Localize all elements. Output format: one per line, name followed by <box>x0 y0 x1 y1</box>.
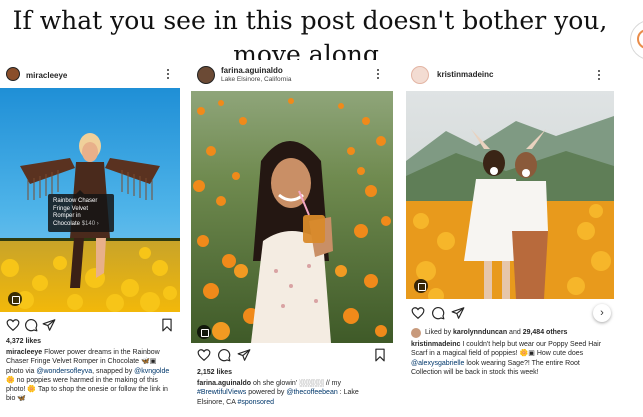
next-arrow-button[interactable]: › <box>593 304 611 322</box>
product-tag[interactable]: Rainbow Chaser Fringe Velvet Romper in C… <box>48 190 114 232</box>
post-caption: kristinmadeinc I couldn't help but wear … <box>411 340 611 377</box>
liked-by-prefix: Liked by <box>425 329 454 336</box>
caption-mention[interactable]: @thecoffeebean <box>286 389 337 396</box>
caption-hashtag[interactable]: #BrewtifulViews <box>197 389 246 396</box>
post-actions <box>6 318 174 334</box>
post-photo[interactable]: Rainbow Chaser Fringe Velvet Romper in C… <box>0 88 180 312</box>
like-count: 2,152 likes <box>197 369 233 376</box>
shopping-bag-icon[interactable] <box>197 325 211 339</box>
headline-line-1: If what you see in this post doesn't bot… <box>12 6 608 35</box>
post-caption: farina.aguinaldo oh she glowin' ░░░░░ //… <box>197 379 387 407</box>
caption-text: oh she glowin' ░░░░░ // my <box>253 380 342 387</box>
caption-text: 🌼 no poppies were harmed in the making o… <box>6 376 168 403</box>
caption-mention[interactable]: @wondersofleyva <box>36 368 92 375</box>
bookmark-icon[interactable] <box>373 348 387 362</box>
post-username[interactable]: farina.aguinaldo <box>221 66 283 75</box>
post-photo[interactable] <box>191 91 393 343</box>
post-header: kristinmadeinc <box>405 60 615 90</box>
comment-icon[interactable] <box>217 348 231 362</box>
more-options-icon[interactable] <box>597 70 601 82</box>
post-username[interactable]: kristinmadeinc <box>437 70 493 79</box>
post-card-2: farina.aguinaldo Lake Elsinore, Californ… <box>191 60 393 417</box>
photo-two-women-heart-hands <box>406 91 614 299</box>
post-actions <box>411 306 581 322</box>
caption-username[interactable]: farina.aguinaldo <box>197 380 251 387</box>
post-header: farina.aguinaldo Lake Elsinore, Californ… <box>191 60 393 90</box>
product-tag-price: $140 › <box>81 220 99 227</box>
liked-by-others[interactable]: 29,484 others <box>523 329 568 336</box>
share-icon[interactable] <box>451 306 465 320</box>
more-options-icon[interactable] <box>376 69 380 81</box>
post-card-1: miracleeye Rainbow Chaser Fringe Velvet … <box>0 60 180 417</box>
shopping-bag-icon[interactable] <box>414 279 428 293</box>
heart-icon[interactable] <box>197 348 211 362</box>
post-card-3: kristinmadeinc › Liked by karolynnduncan… <box>405 60 615 417</box>
heart-icon[interactable] <box>6 318 20 332</box>
comment-icon[interactable] <box>24 318 38 332</box>
caption-username[interactable]: kristinmadeinc <box>411 341 460 348</box>
photo-poppy-field-woman <box>191 91 393 343</box>
liked-by-middle: and <box>507 329 523 336</box>
post-location[interactable]: Lake Elsinore, California <box>221 76 291 83</box>
post-caption: miracleeye Flower power dreams in the Ra… <box>6 348 174 404</box>
caption-username[interactable]: miracleeye <box>6 349 42 356</box>
comment-icon[interactable] <box>431 306 445 320</box>
more-options-icon[interactable] <box>166 69 170 81</box>
avatar[interactable] <box>411 66 429 84</box>
avatar[interactable] <box>197 66 215 84</box>
post-actions <box>197 348 387 364</box>
share-icon[interactable] <box>237 348 251 362</box>
liked-by: Liked by karolynnduncan and 29,484 other… <box>425 329 567 336</box>
edge-avatar-cropped <box>630 20 643 60</box>
like-count: 4,372 likes <box>6 338 42 345</box>
caption-mention[interactable]: @kvngolde <box>134 368 169 375</box>
caption-hashtag[interactable]: #sponsored <box>237 399 274 406</box>
share-icon[interactable] <box>42 318 56 332</box>
caption-text: , snapped by <box>92 367 135 375</box>
liked-by-avatar[interactable] <box>411 328 421 338</box>
post-username[interactable]: miracleeye <box>26 71 67 80</box>
shopping-bag-icon[interactable] <box>8 292 22 306</box>
post-header: miracleeye <box>0 60 180 90</box>
caption-mention[interactable]: @alexysgabrielle <box>411 360 464 367</box>
liked-by-user[interactable]: karolynnduncan <box>453 329 507 336</box>
avatar[interactable] <box>6 67 20 81</box>
post-photo[interactable] <box>406 91 614 299</box>
caption-text: powered by <box>246 389 287 397</box>
heart-icon[interactable] <box>411 306 425 320</box>
bookmark-icon[interactable] <box>160 318 174 332</box>
